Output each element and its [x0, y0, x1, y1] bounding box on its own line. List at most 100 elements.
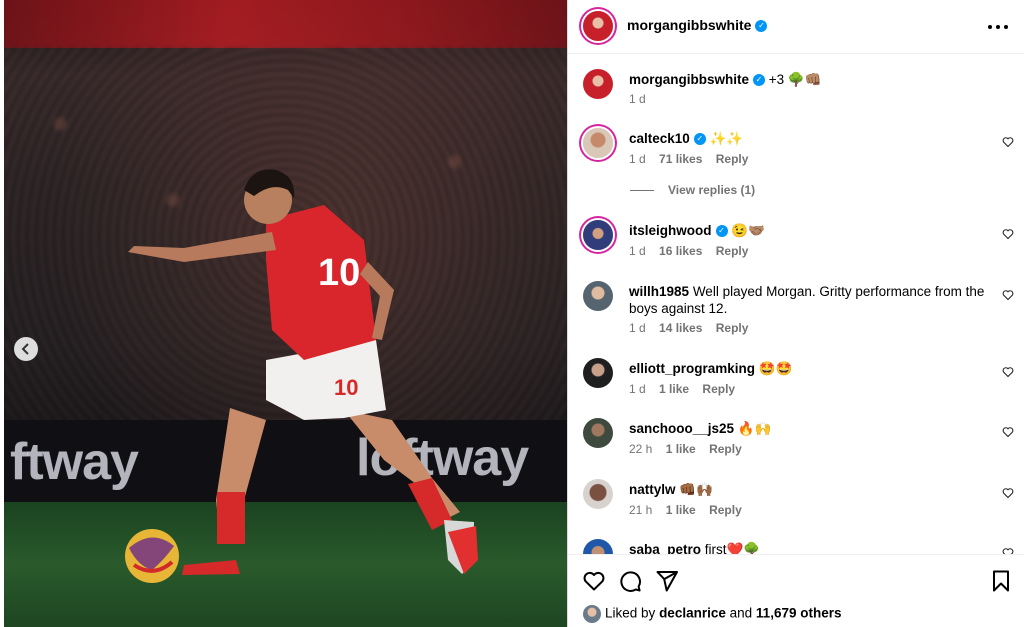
comment-text: 🤩🤩	[758, 361, 793, 376]
verified-badge-icon: ✓	[753, 74, 766, 87]
caption-username[interactable]: morgangibbswhite	[629, 72, 749, 87]
comment-avatar[interactable]	[583, 539, 613, 554]
post-header: morgangibbswhite ✓	[568, 0, 1024, 54]
comment-like-button[interactable]	[1002, 366, 1014, 378]
post-side-panel: morgangibbswhite ✓ morgangibbswhite ✓ +3 🌳…	[567, 0, 1024, 627]
chevron-left-icon	[21, 343, 29, 355]
svg-text:10: 10	[318, 252, 360, 294]
comment-username[interactable]: elliott_programking	[629, 361, 755, 376]
comment-reply-button[interactable]: Reply	[716, 244, 749, 258]
comment-time[interactable]: 1 d	[629, 152, 646, 166]
comment-body: itsleighwood ✓ 😉🤝🏽	[629, 222, 989, 239]
comment-time[interactable]: 22 h	[629, 442, 652, 456]
comment-time[interactable]: 21 h	[629, 503, 652, 517]
comment-text: 🔥🙌	[737, 421, 772, 436]
comment-time[interactable]: 1 d	[629, 382, 646, 396]
comment-icon	[620, 571, 641, 592]
author-username[interactable]: morgangibbswhite ✓	[627, 17, 768, 33]
heart-icon	[583, 571, 605, 591]
comment-meta: 21 h 1 like Reply	[629, 503, 752, 517]
comment-username[interactable]: itsleighwood	[629, 223, 712, 238]
comment-username[interactable]: nattylw	[629, 482, 676, 497]
comment-username[interactable]: willh1985	[629, 284, 689, 299]
caption-time[interactable]: 1 d	[629, 92, 646, 106]
liked-by-conjunction: and	[729, 605, 753, 621]
comment-text: 😉🤝🏽	[731, 223, 765, 238]
comment-body: nattylw 👊🏾🙌🏾	[629, 481, 989, 498]
liker-avatar[interactable]	[583, 605, 601, 623]
send-icon	[656, 571, 678, 592]
caption-author-avatar[interactable]	[583, 69, 613, 99]
view-replies-text[interactable]: View replies (1)	[668, 183, 755, 197]
save-button[interactable]	[988, 568, 1014, 594]
author-username-text[interactable]: morgangibbswhite	[627, 17, 751, 33]
comment-time[interactable]: 1 d	[629, 244, 646, 258]
comment-meta: 1 d 16 likes Reply	[629, 244, 758, 258]
caption-body: morgangibbswhite ✓ +3 🌳👊🏽	[629, 71, 989, 88]
comment-likes[interactable]: 1 like	[666, 442, 696, 456]
heart-icon	[1002, 137, 1014, 148]
comment-avatar[interactable]	[583, 128, 613, 158]
comment-likes[interactable]: 1 like	[666, 503, 696, 517]
verified-badge-icon: ✓	[715, 225, 728, 238]
heart-icon	[1002, 427, 1014, 438]
comment-like-button[interactable]	[1002, 547, 1014, 554]
comment-meta: 22 h 1 like Reply	[629, 442, 752, 456]
comment-avatar[interactable]	[583, 220, 613, 250]
heart-icon	[1002, 548, 1014, 554]
comment-like-button[interactable]	[1002, 289, 1014, 301]
comment-reply-button[interactable]: Reply	[716, 152, 749, 166]
comment-avatar[interactable]	[583, 281, 613, 311]
view-replies-button[interactable]: View replies (1)	[630, 183, 755, 197]
liked-by-others[interactable]: 11,679 others	[756, 606, 842, 621]
comment-like-button[interactable]	[1002, 426, 1014, 438]
liked-by-prefix: Liked by	[605, 605, 656, 621]
comment-reply-button[interactable]: Reply	[716, 321, 749, 335]
liked-by-user[interactable]: declanrice	[659, 606, 726, 621]
comment-meta: 1 d 1 like Reply	[629, 382, 745, 396]
verified-badge-icon: ✓	[693, 133, 706, 146]
comment-username[interactable]: saba_petro	[629, 542, 701, 554]
comment-body: willh1985 Well played Morgan. Gritty per…	[629, 283, 989, 317]
comment-meta: 1 d 14 likes Reply	[629, 321, 758, 335]
comment-text: 👊🏾🙌🏾	[679, 482, 713, 497]
bookmark-icon	[993, 570, 1009, 592]
caption-meta: 1 d	[629, 92, 656, 106]
like-button[interactable]	[581, 568, 607, 594]
heart-icon	[1002, 367, 1014, 378]
comment-body: elliott_programking 🤩🤩	[629, 360, 989, 377]
comment-reply-button[interactable]: Reply	[709, 442, 742, 456]
heart-icon	[1002, 290, 1014, 301]
comment-like-button[interactable]	[1002, 487, 1014, 499]
comments-list[interactable]: morgangibbswhite ✓ +3 🌳👊🏽 1 d calteck10 ✓ …	[568, 55, 1024, 554]
comment-body: saba_petro first❤️🌳	[629, 541, 989, 554]
comment-reply-button[interactable]: Reply	[709, 503, 742, 517]
comment-likes[interactable]: 14 likes	[659, 321, 702, 335]
comment-button[interactable]	[617, 568, 643, 594]
verified-badge-icon: ✓	[755, 20, 768, 33]
comment-like-button[interactable]	[1002, 228, 1014, 240]
comment-time[interactable]: 1 d	[629, 321, 646, 335]
comment-avatar[interactable]	[583, 418, 613, 448]
comment-likes[interactable]: 1 like	[659, 382, 689, 396]
comment-avatar[interactable]	[583, 358, 613, 388]
author-avatar[interactable]	[583, 11, 613, 41]
share-button[interactable]	[654, 568, 680, 594]
comment-like-button[interactable]	[1002, 136, 1014, 148]
comment-avatar[interactable]	[583, 479, 613, 509]
liked-by: Liked by declanrice and 11,679 others	[583, 605, 841, 623]
comment-likes[interactable]: 71 likes	[659, 152, 702, 166]
comment-username[interactable]: sanchooo__js25	[629, 421, 734, 436]
carousel-prev-button[interactable]	[14, 337, 38, 361]
post-photo[interactable]: ftway loftway 10 10	[4, 0, 567, 627]
comment-reply-button[interactable]: Reply	[702, 382, 735, 396]
svg-text:10: 10	[334, 375, 358, 400]
comment-text: ✨✨	[709, 131, 744, 146]
comment-username[interactable]: calteck10	[629, 131, 690, 146]
heart-icon	[1002, 488, 1014, 499]
more-horizontal-icon	[988, 25, 1008, 29]
post-actions: Liked by declanrice and 11,679 others	[568, 554, 1024, 627]
comment-meta: 1 d 71 likes Reply	[629, 152, 758, 166]
more-options-button[interactable]	[987, 14, 1009, 35]
comment-likes[interactable]: 16 likes	[659, 244, 702, 258]
